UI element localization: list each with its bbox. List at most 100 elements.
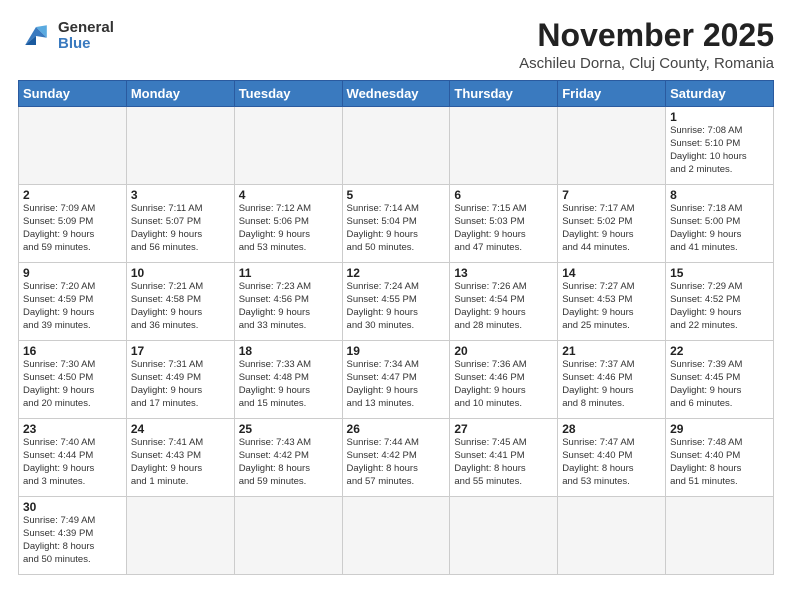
day-number: 9 [23,266,122,280]
location-title: Aschileu Dorna, Cluj County, Romania [519,55,774,72]
calendar-cell: 18Sunrise: 7:33 AM Sunset: 4:48 PM Dayli… [234,341,342,419]
day-number: 10 [131,266,230,280]
calendar-cell [126,107,234,185]
calendar-cell [234,107,342,185]
calendar-week-5: 23Sunrise: 7:40 AM Sunset: 4:44 PM Dayli… [19,419,774,497]
day-number: 5 [347,188,446,202]
calendar-cell [558,497,666,575]
day-info: Sunrise: 7:18 AM Sunset: 5:00 PM Dayligh… [670,203,769,254]
calendar-cell: 9Sunrise: 7:20 AM Sunset: 4:59 PM Daylig… [19,263,127,341]
day-info: Sunrise: 7:23 AM Sunset: 4:56 PM Dayligh… [239,281,338,332]
day-number: 21 [562,344,661,358]
calendar-week-3: 9Sunrise: 7:20 AM Sunset: 4:59 PM Daylig… [19,263,774,341]
calendar-header-saturday: Saturday [666,81,774,107]
calendar-header-sunday: Sunday [19,81,127,107]
calendar-cell [126,497,234,575]
calendar-cell: 3Sunrise: 7:11 AM Sunset: 5:07 PM Daylig… [126,185,234,263]
day-number: 16 [23,344,122,358]
calendar-cell: 26Sunrise: 7:44 AM Sunset: 4:42 PM Dayli… [342,419,450,497]
logo-icon [18,18,54,54]
calendar-cell: 10Sunrise: 7:21 AM Sunset: 4:58 PM Dayli… [126,263,234,341]
day-info: Sunrise: 7:40 AM Sunset: 4:44 PM Dayligh… [23,437,122,488]
calendar-week-2: 2Sunrise: 7:09 AM Sunset: 5:09 PM Daylig… [19,185,774,263]
day-info: Sunrise: 7:26 AM Sunset: 4:54 PM Dayligh… [454,281,553,332]
calendar-header-monday: Monday [126,81,234,107]
day-number: 6 [454,188,553,202]
calendar-cell: 25Sunrise: 7:43 AM Sunset: 4:42 PM Dayli… [234,419,342,497]
day-info: Sunrise: 7:44 AM Sunset: 4:42 PM Dayligh… [347,437,446,488]
day-info: Sunrise: 7:29 AM Sunset: 4:52 PM Dayligh… [670,281,769,332]
day-info: Sunrise: 7:43 AM Sunset: 4:42 PM Dayligh… [239,437,338,488]
calendar-cell [450,107,558,185]
logo: General Blue [18,18,114,54]
day-number: 25 [239,422,338,436]
day-info: Sunrise: 7:41 AM Sunset: 4:43 PM Dayligh… [131,437,230,488]
day-number: 13 [454,266,553,280]
day-number: 3 [131,188,230,202]
day-number: 15 [670,266,769,280]
day-number: 1 [670,110,769,124]
day-info: Sunrise: 7:47 AM Sunset: 4:40 PM Dayligh… [562,437,661,488]
calendar-cell: 11Sunrise: 7:23 AM Sunset: 4:56 PM Dayli… [234,263,342,341]
calendar-cell: 13Sunrise: 7:26 AM Sunset: 4:54 PM Dayli… [450,263,558,341]
calendar-cell: 30Sunrise: 7:49 AM Sunset: 4:39 PM Dayli… [19,497,127,575]
calendar-cell: 28Sunrise: 7:47 AM Sunset: 4:40 PM Dayli… [558,419,666,497]
day-info: Sunrise: 7:09 AM Sunset: 5:09 PM Dayligh… [23,203,122,254]
logo-general: General [58,19,114,36]
calendar-cell [666,497,774,575]
calendar-cell: 1Sunrise: 7:08 AM Sunset: 5:10 PM Daylig… [666,107,774,185]
page: General Blue November 2025 Aschileu Dorn… [0,0,792,612]
calendar-cell: 15Sunrise: 7:29 AM Sunset: 4:52 PM Dayli… [666,263,774,341]
calendar-cell: 19Sunrise: 7:34 AM Sunset: 4:47 PM Dayli… [342,341,450,419]
calendar-cell: 2Sunrise: 7:09 AM Sunset: 5:09 PM Daylig… [19,185,127,263]
day-info: Sunrise: 7:48 AM Sunset: 4:40 PM Dayligh… [670,437,769,488]
day-number: 8 [670,188,769,202]
calendar-cell: 16Sunrise: 7:30 AM Sunset: 4:50 PM Dayli… [19,341,127,419]
day-info: Sunrise: 7:21 AM Sunset: 4:58 PM Dayligh… [131,281,230,332]
day-info: Sunrise: 7:37 AM Sunset: 4:46 PM Dayligh… [562,359,661,410]
day-info: Sunrise: 7:34 AM Sunset: 4:47 PM Dayligh… [347,359,446,410]
day-info: Sunrise: 7:39 AM Sunset: 4:45 PM Dayligh… [670,359,769,410]
calendar-week-6: 30Sunrise: 7:49 AM Sunset: 4:39 PM Dayli… [19,497,774,575]
day-number: 26 [347,422,446,436]
calendar-week-4: 16Sunrise: 7:30 AM Sunset: 4:50 PM Dayli… [19,341,774,419]
calendar-cell: 17Sunrise: 7:31 AM Sunset: 4:49 PM Dayli… [126,341,234,419]
day-info: Sunrise: 7:36 AM Sunset: 4:46 PM Dayligh… [454,359,553,410]
calendar-cell [19,107,127,185]
calendar-cell [450,497,558,575]
calendar-header-wednesday: Wednesday [342,81,450,107]
day-number: 19 [347,344,446,358]
title-block: November 2025 Aschileu Dorna, Cluj Count… [519,18,774,72]
calendar-cell [342,497,450,575]
calendar-cell: 8Sunrise: 7:18 AM Sunset: 5:00 PM Daylig… [666,185,774,263]
calendar-header-row: SundayMondayTuesdayWednesdayThursdayFrid… [19,81,774,107]
calendar-cell: 12Sunrise: 7:24 AM Sunset: 4:55 PM Dayli… [342,263,450,341]
calendar-cell [558,107,666,185]
calendar-cell: 27Sunrise: 7:45 AM Sunset: 4:41 PM Dayli… [450,419,558,497]
calendar-week-1: 1Sunrise: 7:08 AM Sunset: 5:10 PM Daylig… [19,107,774,185]
calendar-cell: 4Sunrise: 7:12 AM Sunset: 5:06 PM Daylig… [234,185,342,263]
header: General Blue November 2025 Aschileu Dorn… [18,18,774,72]
day-number: 14 [562,266,661,280]
day-number: 22 [670,344,769,358]
calendar-header-thursday: Thursday [450,81,558,107]
calendar-cell [234,497,342,575]
calendar-header-friday: Friday [558,81,666,107]
day-number: 2 [23,188,122,202]
day-number: 30 [23,500,122,514]
calendar-cell: 6Sunrise: 7:15 AM Sunset: 5:03 PM Daylig… [450,185,558,263]
day-number: 7 [562,188,661,202]
calendar-cell: 14Sunrise: 7:27 AM Sunset: 4:53 PM Dayli… [558,263,666,341]
calendar-header-tuesday: Tuesday [234,81,342,107]
day-info: Sunrise: 7:17 AM Sunset: 5:02 PM Dayligh… [562,203,661,254]
calendar-cell: 7Sunrise: 7:17 AM Sunset: 5:02 PM Daylig… [558,185,666,263]
calendar-cell: 22Sunrise: 7:39 AM Sunset: 4:45 PM Dayli… [666,341,774,419]
logo-text: General Blue [58,20,114,53]
day-info: Sunrise: 7:14 AM Sunset: 5:04 PM Dayligh… [347,203,446,254]
day-info: Sunrise: 7:08 AM Sunset: 5:10 PM Dayligh… [670,125,769,176]
calendar-cell: 29Sunrise: 7:48 AM Sunset: 4:40 PM Dayli… [666,419,774,497]
day-info: Sunrise: 7:30 AM Sunset: 4:50 PM Dayligh… [23,359,122,410]
day-info: Sunrise: 7:15 AM Sunset: 5:03 PM Dayligh… [454,203,553,254]
day-number: 29 [670,422,769,436]
calendar-cell: 23Sunrise: 7:40 AM Sunset: 4:44 PM Dayli… [19,419,127,497]
